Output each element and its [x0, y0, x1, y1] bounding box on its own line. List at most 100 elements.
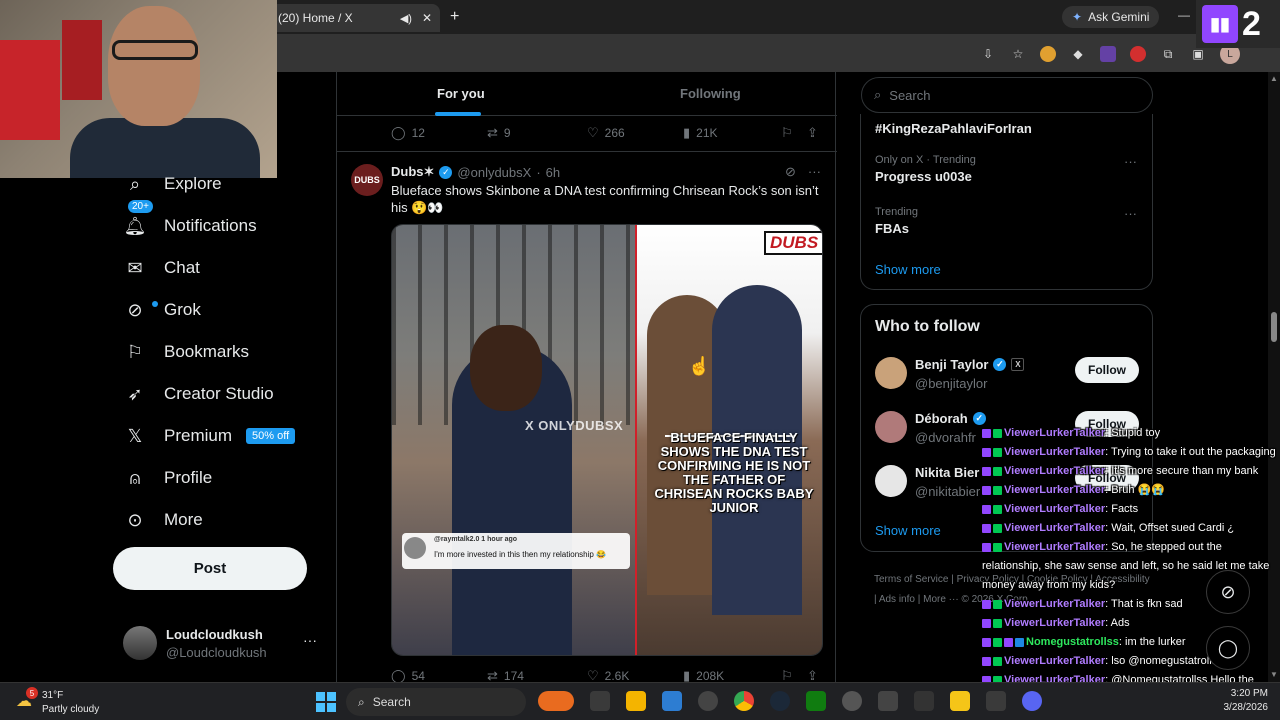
app-icon[interactable]: [914, 691, 934, 711]
taskbar-clock[interactable]: 3:20 PM 3/28/2026: [1216, 687, 1269, 715]
share-button[interactable]: ⇪: [807, 125, 818, 141]
bookmark-button[interactable]: ⚐: [781, 125, 793, 141]
trend-item[interactable]: Only on X · Trending Progress u003e ···: [875, 154, 1145, 184]
grok-explain-icon[interactable]: ⊘: [785, 164, 796, 180]
more-dots-icon[interactable]: ···: [303, 632, 317, 648]
post-button[interactable]: Post: [113, 547, 307, 590]
chat-text: : Trying to take it out the packaging: [1105, 446, 1276, 458]
xbox-icon[interactable]: [806, 691, 826, 711]
nav-chat[interactable]: ✉ Chat: [124, 248, 200, 288]
x-affiliate-icon: X: [1011, 358, 1025, 371]
install-app-icon[interactable]: ⇩: [980, 46, 996, 62]
tweet-author-avatar[interactable]: DUBS: [351, 164, 383, 196]
ask-gemini-label: Ask Gemini: [1088, 10, 1150, 24]
chat-badge-icon: [993, 485, 1002, 495]
tweet-header: Dubs✶ ✓ @onlydubsX · 6h: [391, 164, 560, 180]
trend-meta: Trending: [875, 206, 919, 218]
app-icon[interactable]: [986, 691, 1006, 711]
tab-for-you[interactable]: For you: [437, 86, 485, 101]
heart-icon: ♡: [587, 125, 599, 140]
messages-float-button[interactable]: ◯: [1206, 626, 1250, 670]
chat-badge-icon: [1004, 637, 1013, 647]
account-switcher[interactable]: Loudcloudkush @Loudcloudkush ···: [123, 626, 323, 662]
nav-notifications[interactable]: 🔔︎ 20+ Notifications: [124, 200, 257, 246]
side-panel-icon[interactable]: ▣: [1190, 46, 1206, 62]
chat-badge-icon: [982, 485, 991, 495]
nav-label: Creator Studio: [164, 384, 274, 403]
trend-item[interactable]: Trending FBAs ···: [875, 206, 1145, 236]
follow-button[interactable]: Follow: [1075, 357, 1139, 383]
nav-creator-studio[interactable]: ➶ Creator Studio: [124, 374, 274, 414]
extension-color-icon[interactable]: [1040, 46, 1056, 62]
nav-more[interactable]: ⊙ More: [124, 500, 203, 540]
more-dots-icon[interactable]: ···: [1124, 154, 1137, 169]
windows-start-icon[interactable]: [316, 692, 336, 712]
extension-red-icon[interactable]: [1130, 46, 1146, 62]
background-cabinet-2: [62, 20, 102, 100]
extension-diamond-icon[interactable]: ◆: [1070, 46, 1086, 62]
twitch-extension-icon[interactable]: [1100, 46, 1116, 62]
ask-gemini-button[interactable]: ✦ Ask Gemini: [1062, 6, 1160, 28]
app-icon[interactable]: [950, 691, 970, 711]
follow-suggestion[interactable]: Benji Taylor ✓ X @benjitaylor Follow: [875, 357, 1145, 397]
search-input[interactable]: ⌕ Search: [861, 77, 1153, 113]
repost-button[interactable]: ⇄ 9: [487, 125, 511, 141]
extensions-puzzle-icon[interactable]: ⧉: [1160, 46, 1176, 62]
media-comment-text: I'm more invested in this then my relati…: [434, 550, 607, 559]
show-more-link[interactable]: Show more: [875, 262, 941, 277]
more-dots-icon[interactable]: ···: [808, 164, 821, 180]
chat-text: : Bruh 😭😭: [1105, 484, 1165, 496]
weather-badge: 5: [26, 687, 38, 699]
nav-explore[interactable]: ⌕ Explore: [124, 164, 222, 204]
dot-separator: ·: [536, 164, 541, 180]
task-view-icon[interactable]: [590, 691, 610, 711]
steam-icon[interactable]: [770, 691, 790, 711]
nav-label: More: [164, 510, 203, 529]
chat-text: : It's more secure than my bank: [1105, 465, 1259, 477]
hand-cursor-icon: ☝: [688, 356, 711, 376]
suggestion-name: Benji Taylor: [915, 357, 989, 372]
obs-icon[interactable]: [842, 691, 862, 711]
widget-icon[interactable]: [538, 691, 574, 711]
tweet-media[interactable]: X ONLYDUBSX @raymtalk2.0 1 hour ago I'm …: [391, 224, 823, 656]
discord-icon[interactable]: [1022, 691, 1042, 711]
close-icon[interactable]: ✕: [422, 11, 432, 25]
new-tab-button[interactable]: +: [450, 8, 459, 26]
like-button[interactable]: ♡ 266: [587, 125, 625, 141]
show-more-link[interactable]: Show more: [875, 523, 941, 538]
scroll-thumb[interactable]: [1271, 312, 1277, 342]
nav-bookmarks[interactable]: ⚐ Bookmarks: [124, 332, 249, 372]
tab-following[interactable]: Following: [680, 86, 741, 101]
nav-premium[interactable]: 𝕏 Premium 50% off: [124, 416, 296, 456]
speaker-icon[interactable]: ◀): [400, 12, 412, 25]
app-icon[interactable]: [698, 691, 718, 711]
nav-label: Notifications: [164, 216, 257, 235]
scroll-up-icon[interactable]: ▲: [1270, 74, 1278, 83]
nav-profile[interactable]: ⍝ Profile: [124, 458, 213, 498]
streamer-face: [108, 6, 200, 126]
grok-float-button[interactable]: ⊘: [1206, 570, 1250, 614]
like-count: 266: [604, 126, 625, 140]
tweet-author-handle[interactable]: @onlydubsX: [457, 165, 531, 180]
verified-badge-icon: ✓: [993, 358, 1007, 371]
tweet-time[interactable]: 6h: [546, 165, 560, 180]
browser-tab[interactable]: (20) Home / X ◀) ✕: [270, 4, 440, 32]
views-button[interactable]: ▮ 21K: [683, 125, 718, 141]
reply-button[interactable]: ◯ 12: [391, 125, 425, 141]
taskbar-search[interactable]: ⌕ Search: [346, 688, 526, 716]
file-explorer-icon[interactable]: [626, 691, 646, 711]
more-dots-icon[interactable]: ···: [1124, 206, 1137, 221]
tweet-author-name[interactable]: Dubs✶: [391, 164, 434, 180]
chrome-icon[interactable]: [734, 691, 754, 711]
weather-widget[interactable]: ☁ 5 31°F Partly cloudy: [16, 687, 126, 717]
minimize-icon[interactable]: —: [1178, 8, 1190, 22]
stream-overlay-number: 2: [1242, 4, 1261, 43]
bookmark-star-icon[interactable]: ☆: [1010, 46, 1026, 62]
nav-label: Profile: [164, 468, 213, 487]
calculator-icon[interactable]: [878, 691, 898, 711]
store-icon[interactable]: [662, 691, 682, 711]
verified-badge-icon: ✓: [439, 165, 453, 179]
nav-label: Chat: [164, 258, 200, 277]
trend-item[interactable]: #KingRezaPahlaviForIran: [875, 118, 1145, 136]
nav-grok[interactable]: ⊘ Grok: [124, 290, 200, 330]
